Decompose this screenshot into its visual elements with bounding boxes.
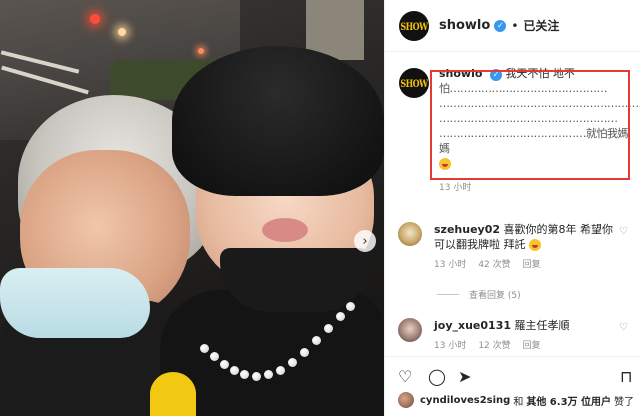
share-icon[interactable]: ➤: [458, 367, 471, 386]
street-light: [118, 28, 126, 36]
avatar[interactable]: SHOW: [399, 10, 429, 41]
comment-time: 13 小时: [434, 260, 467, 270]
following-button[interactable]: 已关注: [523, 17, 559, 34]
comment-likes[interactable]: 42 次赞: [478, 258, 510, 273]
bucket-hat: [172, 46, 384, 196]
yellow-print: [150, 372, 196, 416]
verified-badge-icon: ✓: [494, 19, 507, 32]
comment-meta: 13 小时 42 次赞 回复: [434, 258, 614, 273]
carousel-next-button[interactable]: ›: [354, 230, 376, 252]
comment-body: szehuey02 喜歡你的第8年 希望你可以翻我牌啦 拜託 13 小时 42 …: [434, 222, 614, 273]
comment-meta: 13 小时 12 次赞 回复: [434, 339, 614, 354]
chevron-right-icon: ›: [362, 233, 368, 249]
man-lips: [262, 218, 308, 242]
header-username[interactable]: showlo: [439, 18, 490, 33]
woman-mask: [0, 268, 150, 338]
comment-username[interactable]: szehuey02: [434, 223, 500, 236]
logo-text: SHOW: [400, 19, 428, 32]
bookmark-icon[interactable]: ⊓: [620, 367, 632, 386]
comment-text: 羅主任孝順: [514, 319, 570, 332]
reply-button[interactable]: 回复: [523, 339, 541, 354]
comment-username[interactable]: joy_xue0131: [434, 319, 511, 332]
separator-dot: •: [511, 18, 519, 33]
street-light: [198, 48, 204, 54]
like-comment-heart-icon[interactable]: ♡: [619, 322, 628, 333]
pearl-necklace: [196, 300, 356, 416]
liked-by-others[interactable]: 其他 6.3万 位用户: [526, 393, 611, 408]
view-replies-label: 查看回复 (5): [469, 291, 521, 301]
logo-text: SHOW: [400, 76, 428, 90]
avatar[interactable]: [398, 318, 422, 342]
view-replies-button[interactable]: 查看回复 (5): [437, 288, 521, 301]
comment-likes[interactable]: 12 次赞: [478, 339, 510, 354]
comment-body: joy_xue0131 羅主任孝順 13 小时 12 次赞 回复: [434, 318, 614, 354]
liked-by-suffix: 赞了: [614, 396, 635, 408]
comment-time: 13 小时: [434, 341, 467, 351]
avatar[interactable]: SHOW: [399, 68, 429, 98]
comment-icon[interactable]: ◯: [428, 367, 446, 386]
divider: [437, 294, 459, 295]
comment-item: joy_xue0131 羅主任孝順 13 小时 12 次赞 回复 ♡: [398, 318, 638, 354]
crying-emoji-icon: [529, 239, 541, 251]
comment-item: szehuey02 喜歡你的第8年 希望你可以翻我牌啦 拜託 13 小时 42 …: [398, 222, 638, 273]
traffic-light: [90, 14, 100, 24]
liked-by-user[interactable]: cyndiloves2sing: [420, 395, 510, 406]
post-header: SHOW showlo ✓ • 已关注: [385, 0, 640, 52]
heart-icon[interactable]: ♡: [398, 367, 412, 386]
reply-button[interactable]: 回复: [523, 258, 541, 273]
avatar[interactable]: [398, 222, 422, 246]
caption-highlight-box: [430, 70, 630, 180]
liked-by-row: cyndiloves2sing 和 其他 6.3万 位用户 赞了: [398, 392, 634, 408]
avatar[interactable]: [398, 392, 414, 408]
post-photo: ›: [0, 0, 384, 416]
like-comment-heart-icon[interactable]: ♡: [619, 226, 628, 237]
liked-by-and: 和: [513, 396, 524, 408]
caption-time: 13 小时: [439, 183, 472, 193]
